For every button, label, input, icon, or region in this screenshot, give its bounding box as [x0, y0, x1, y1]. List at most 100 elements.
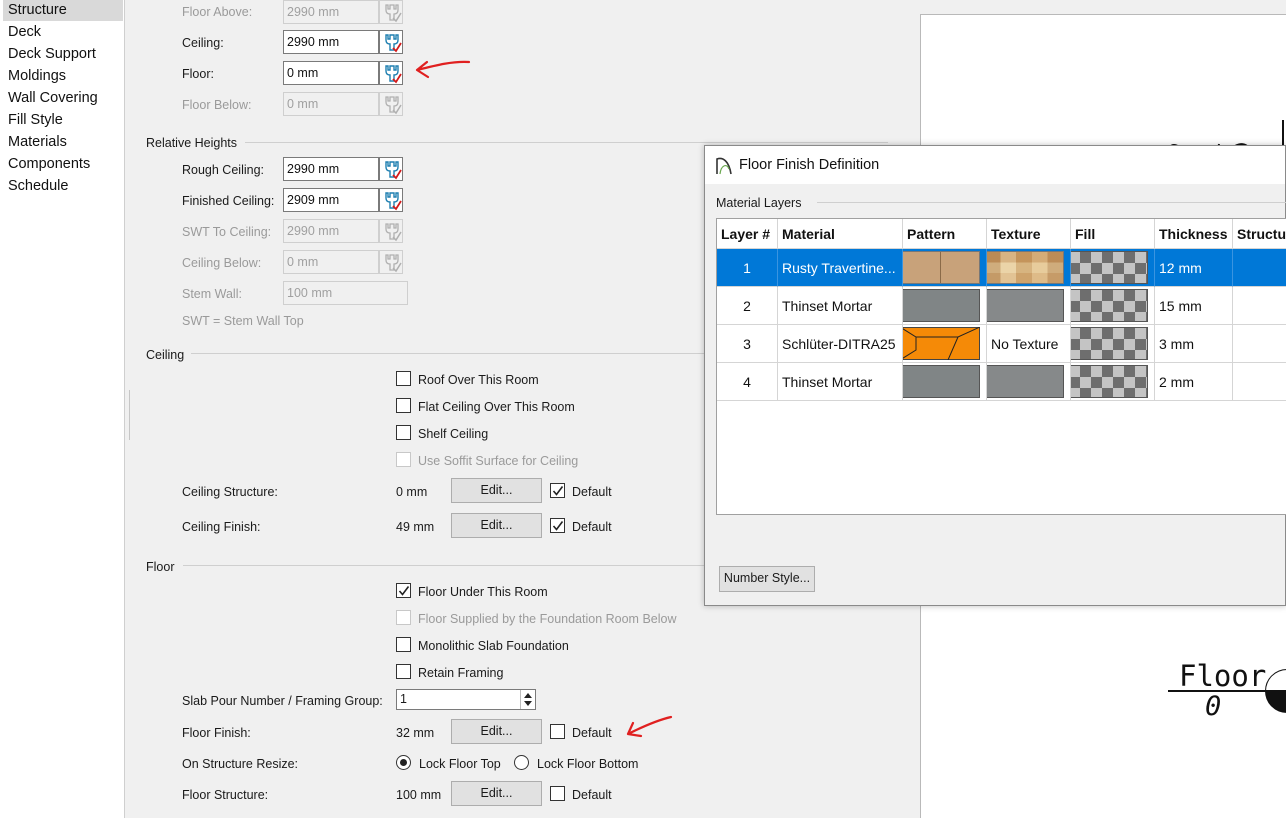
- layer-number: 1: [717, 249, 778, 287]
- ceiling-structure-edit-button[interactable]: Edit...: [451, 478, 542, 503]
- swt-to-ceiling-lock-button: [379, 219, 403, 243]
- sidebar-item-deck[interactable]: Deck: [3, 22, 123, 43]
- roof-over-checkbox[interactable]: [396, 371, 411, 386]
- structure-cell[interactable]: [1233, 287, 1286, 325]
- wrench-check-icon: [385, 161, 402, 180]
- sidebar-item-components[interactable]: Components: [3, 154, 123, 175]
- floor-under-label: Floor Under This Room: [418, 585, 548, 599]
- checkmark-icon: [552, 521, 564, 531]
- lock-floor-bottom-radio[interactable]: [514, 755, 529, 770]
- column-header-thickness[interactable]: Thickness: [1155, 219, 1233, 249]
- sidebar-item-fill-style[interactable]: Fill Style: [3, 110, 123, 131]
- fill-cell[interactable]: [1071, 363, 1155, 401]
- pattern-cell[interactable]: [903, 325, 987, 363]
- rough-ceiling-label: Rough Ceiling:: [182, 163, 264, 177]
- floor-under-checkbox[interactable]: [396, 583, 411, 598]
- checkmark-icon: [552, 486, 564, 496]
- ceiling-finish-default-checkbox[interactable]: [550, 518, 565, 533]
- pattern-cell[interactable]: [903, 287, 987, 325]
- pattern-cell[interactable]: [903, 249, 987, 287]
- number-style-button[interactable]: Number Style...: [719, 566, 815, 592]
- ceiling-structure-label: Ceiling Structure:: [182, 485, 278, 499]
- wrench-icon: [385, 223, 402, 242]
- shelf-ceiling-checkbox[interactable]: [396, 425, 411, 440]
- sidebar-item-materials[interactable]: Materials: [3, 132, 123, 153]
- spinner-up-icon[interactable]: [524, 693, 532, 698]
- material-name: Thinset Mortar: [778, 287, 903, 325]
- swt-to-ceiling-field: 2990 mm: [283, 219, 379, 243]
- lock-floor-top-radio[interactable]: [396, 755, 411, 770]
- floor-structure-label: Floor Structure:: [182, 788, 269, 802]
- ceiling-structure-value: 0 mm: [396, 485, 428, 499]
- ceiling-section-title: Ceiling: [146, 348, 185, 362]
- spinner-down-icon[interactable]: [524, 701, 532, 706]
- column-header-fill[interactable]: Fill: [1071, 219, 1155, 249]
- column-header-pattern[interactable]: Pattern: [903, 219, 987, 249]
- fill-swatch-checker: [1071, 365, 1148, 398]
- structure-cell[interactable]: [1233, 363, 1286, 401]
- ceiling-field[interactable]: 2990 mm: [283, 30, 379, 54]
- splitter-grip[interactable]: [129, 390, 131, 440]
- structure-cell[interactable]: [1233, 325, 1286, 363]
- column-header-material[interactable]: Material: [778, 219, 903, 249]
- slab-pour-spinner[interactable]: 1: [396, 689, 536, 710]
- spinner-arrows[interactable]: [520, 690, 535, 709]
- monolithic-slab-label: Monolithic Slab Foundation: [418, 639, 569, 653]
- app-logo-icon: [716, 157, 732, 175]
- texture-value[interactable]: No Texture: [987, 325, 1071, 363]
- floor-label: Floor:: [182, 67, 214, 81]
- floor-structure-default-checkbox[interactable]: [550, 786, 565, 801]
- ceiling-lock-button[interactable]: [379, 30, 403, 54]
- material-name: Schlüter-DITRA25: [778, 325, 903, 363]
- use-soffit-label: Use Soffit Surface for Ceiling: [418, 454, 579, 468]
- floor-finish-dialog: Floor Finish Definition Material Layers …: [704, 145, 1286, 606]
- texture-cell[interactable]: [987, 287, 1071, 325]
- fill-cell[interactable]: [1071, 249, 1155, 287]
- material-layers-table: Layer # Material Pattern Texture Fill Th…: [716, 218, 1286, 515]
- swt-note: SWT = Stem Wall Top: [182, 314, 304, 328]
- thickness-value: 2 mm: [1155, 363, 1233, 401]
- sidebar-item-moldings[interactable]: Moldings: [3, 66, 123, 87]
- finished-ceiling-field[interactable]: 2909 mm: [283, 188, 379, 212]
- floor-above-field: 2990 mm: [283, 0, 379, 24]
- fill-cell[interactable]: [1071, 325, 1155, 363]
- texture-cell[interactable]: [987, 249, 1071, 287]
- floor-finish-default-checkbox[interactable]: [550, 724, 565, 739]
- sidebar-item-deck-support[interactable]: Deck Support: [3, 44, 123, 65]
- on-structure-resize-label: On Structure Resize:: [182, 757, 299, 771]
- rough-ceiling-lock-button[interactable]: [379, 157, 403, 181]
- texture-cell[interactable]: [987, 363, 1071, 401]
- ceiling-structure-default-label: Default: [572, 485, 612, 499]
- pattern-cell[interactable]: [903, 363, 987, 401]
- floor-finish-default-label: Default: [572, 726, 612, 740]
- finished-ceiling-lock-button[interactable]: [379, 188, 403, 212]
- sidebar-item-schedule[interactable]: Schedule: [3, 176, 123, 197]
- relative-heights-divider: [245, 142, 888, 143]
- layer-number: 4: [717, 363, 778, 401]
- sidebar-item-structure[interactable]: Structure: [3, 0, 123, 21]
- flat-ceiling-checkbox[interactable]: [396, 398, 411, 413]
- pattern-swatch-ditra: [903, 327, 980, 360]
- retain-framing-checkbox[interactable]: [396, 664, 411, 679]
- rough-ceiling-field[interactable]: 2990 mm: [283, 157, 379, 181]
- structure-cell[interactable]: [1233, 249, 1286, 287]
- pattern-swatch-mortar: [903, 289, 980, 322]
- sidebar-item-wall-covering[interactable]: Wall Covering: [3, 88, 123, 109]
- ceiling-structure-default-checkbox[interactable]: [550, 483, 565, 498]
- monolithic-slab-checkbox[interactable]: [396, 637, 411, 652]
- ceiling-finish-edit-button[interactable]: Edit...: [451, 513, 542, 538]
- layer-number: 3: [717, 325, 778, 363]
- floor-finish-edit-button[interactable]: Edit...: [451, 719, 542, 744]
- dialog-titlebar[interactable]: Floor Finish Definition: [705, 146, 1285, 184]
- column-header-texture[interactable]: Texture: [987, 219, 1071, 249]
- floor-structure-edit-button[interactable]: Edit...: [451, 781, 542, 806]
- column-header-structure[interactable]: Structure: [1233, 219, 1286, 249]
- column-header-layer[interactable]: Layer #: [717, 219, 778, 249]
- fill-cell[interactable]: [1071, 287, 1155, 325]
- floor-supplied-checkbox: [396, 610, 411, 625]
- floor-field[interactable]: 0 mm: [283, 61, 379, 85]
- flat-ceiling-label: Flat Ceiling Over This Room: [418, 400, 575, 414]
- material-name: Rusty Travertine...: [778, 249, 903, 287]
- floor-lock-button[interactable]: [379, 61, 403, 85]
- ceiling-finish-label: Ceiling Finish:: [182, 520, 261, 534]
